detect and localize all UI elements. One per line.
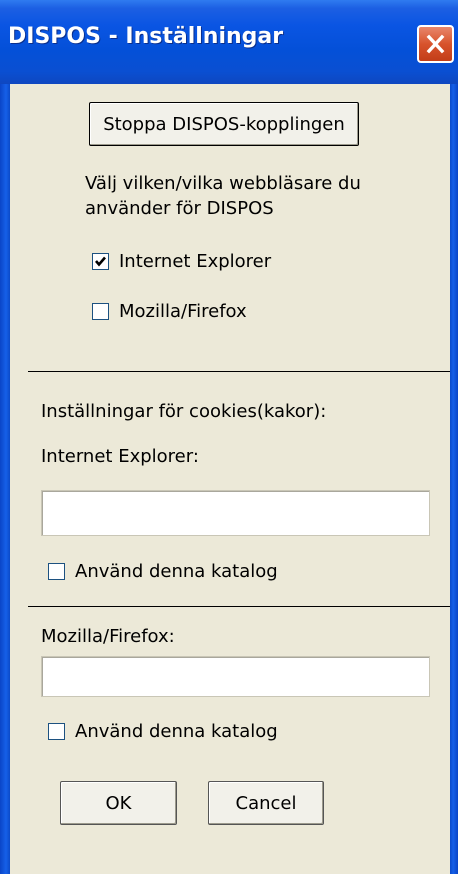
firefox-cookie-label: Mozilla/Firefox:	[41, 626, 175, 647]
ok-button[interactable]: OK	[60, 781, 177, 825]
separator	[28, 606, 450, 607]
close-icon	[426, 34, 445, 54]
firefox-use-dir-label: Använd denna katalog	[75, 721, 278, 742]
ie-checkbox[interactable]: Internet Explorer	[92, 251, 271, 272]
browser-prompt-line2: använder för DISPOS	[85, 198, 274, 219]
title-bar[interactable]: DISPOS - Inställningar	[0, 0, 458, 84]
ie-checkbox-label: Internet Explorer	[119, 251, 272, 272]
firefox-cookie-path-field[interactable]	[41, 656, 430, 697]
ie-use-dir-checkbox-box[interactable]	[48, 563, 65, 580]
ie-checkbox-box[interactable]	[92, 253, 109, 270]
checkmark-icon	[95, 256, 106, 267]
stop-dispos-button[interactable]: Stoppa DISPOS-kopplingen	[89, 102, 359, 146]
cookies-heading: Inställningar för cookies(kakor):	[41, 401, 327, 422]
ie-cookie-label: Internet Explorer:	[41, 446, 199, 467]
separator	[28, 371, 450, 372]
firefox-use-dir-checkbox[interactable]: Använd denna katalog	[48, 721, 278, 742]
ie-cookie-path-input[interactable]	[42, 491, 429, 535]
firefox-checkbox-box[interactable]	[92, 303, 109, 320]
close-button[interactable]	[417, 25, 454, 63]
firefox-checkbox[interactable]: Mozilla/Firefox	[92, 301, 247, 322]
ie-use-dir-label: Använd denna katalog	[75, 561, 278, 582]
cancel-button[interactable]: Cancel	[208, 781, 324, 825]
browser-prompt-line1: Välj vilken/vilka webbläsare du	[85, 173, 361, 194]
firefox-checkbox-label: Mozilla/Firefox	[119, 301, 247, 322]
firefox-cookie-path-input[interactable]	[42, 657, 429, 696]
window-title: DISPOS - Inställningar	[8, 24, 284, 49]
ie-cookie-path-field[interactable]	[41, 490, 430, 536]
window-frame-left	[0, 84, 10, 874]
window-frame-right	[450, 84, 458, 874]
ie-use-dir-checkbox[interactable]: Använd denna katalog	[48, 561, 278, 582]
firefox-use-dir-checkbox-box[interactable]	[48, 723, 65, 740]
